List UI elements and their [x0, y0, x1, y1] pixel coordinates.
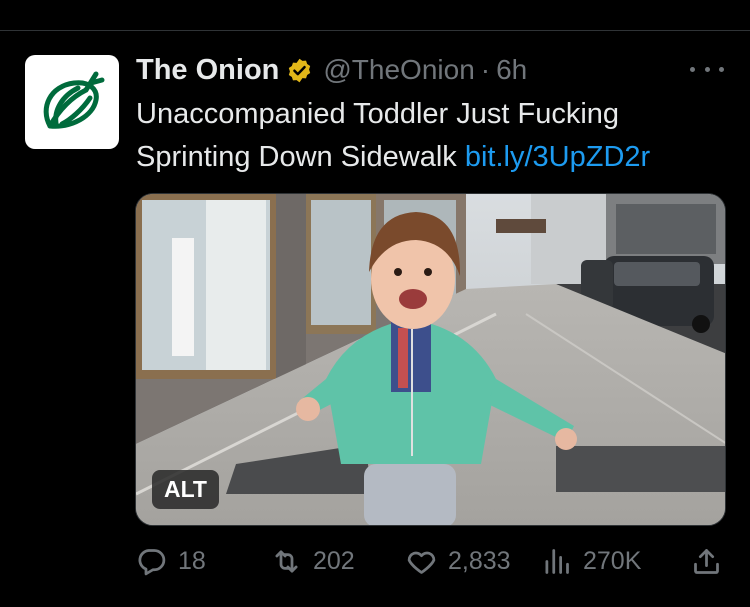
separator-dot: · — [480, 54, 491, 85]
like-button[interactable]: 2,833 — [405, 543, 511, 579]
tweet-photo[interactable]: ALT — [135, 193, 726, 526]
handle[interactable]: @TheOnion — [323, 54, 474, 86]
repost-count: 202 — [313, 546, 355, 575]
share-button[interactable] — [690, 543, 723, 579]
like-icon — [407, 551, 436, 574]
tweet-link[interactable]: bit.ly/3UpZD2r — [465, 141, 650, 173]
tweet-text: Unaccompanied Toddler Just Fucking Sprin… — [136, 93, 736, 179]
reply-button[interactable]: 18 — [135, 543, 206, 579]
reply-icon — [138, 548, 166, 575]
verified-badge-icon[interactable] — [286, 57, 313, 84]
tweet-header: The Onion @TheOnion · 6h — [136, 53, 527, 87]
more-icon[interactable] — [690, 57, 724, 81]
share-icon — [694, 548, 719, 574]
views-button[interactable]: 270K — [540, 543, 641, 579]
avatar[interactable] — [25, 55, 119, 149]
repost-icon — [275, 550, 298, 572]
display-name[interactable]: The Onion — [136, 54, 279, 87]
views-icon — [545, 548, 569, 574]
onion-logo-icon — [43, 71, 105, 129]
repost-button[interactable]: 202 — [270, 543, 355, 579]
timestamp[interactable]: 6h — [496, 54, 527, 86]
tweet[interactable]: The Onion @TheOnion · 6h Unaccompanied T… — [0, 31, 750, 607]
action-bar: 18 202 2,833 270K — [135, 543, 725, 579]
photo-image — [136, 194, 725, 525]
reply-count: 18 — [178, 546, 206, 575]
views-count: 270K — [583, 546, 642, 575]
like-count: 2,833 — [448, 546, 511, 575]
alt-badge[interactable]: ALT — [152, 470, 219, 509]
